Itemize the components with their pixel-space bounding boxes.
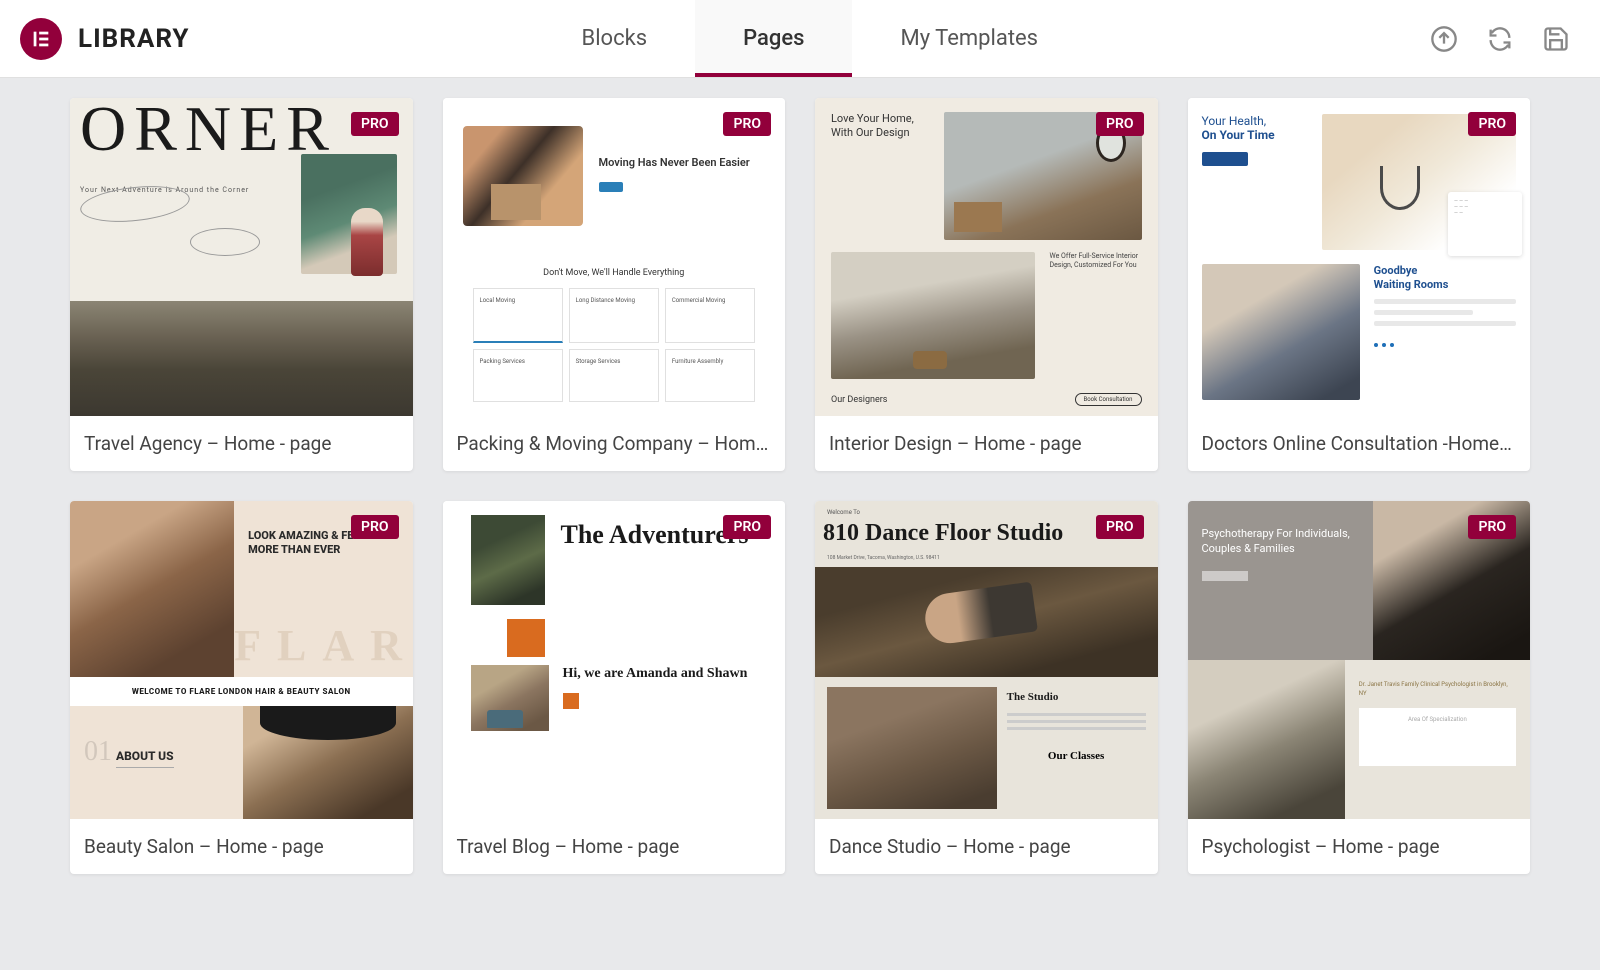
preview-image xyxy=(471,515,545,605)
preview-image xyxy=(70,301,413,416)
template-card[interactable]: PRO Love Your Home, With Our Design We O… xyxy=(815,98,1158,471)
preview-decor xyxy=(190,228,260,256)
template-card[interactable]: PRO Your Health, On Your Time — — —— — —… xyxy=(1188,98,1531,471)
preview-text: Our Designers xyxy=(831,395,887,405)
preview-grid: Local Moving Long Distance Moving Commer… xyxy=(443,288,786,416)
tab-blocks[interactable]: Blocks xyxy=(534,0,696,77)
preview-image xyxy=(70,501,234,677)
preview-image xyxy=(463,126,583,226)
template-title: Travel Blog – Home - page xyxy=(443,819,786,874)
preview-band: WELCOME TO FLARE LONDON HAIR & BEAUTY SA… xyxy=(70,677,413,706)
template-title: Doctors Online Consultation -Home - page xyxy=(1188,416,1531,471)
preview-text: 108 Market Drive, Tacoma, Washington, U.… xyxy=(815,555,1158,567)
preview-image xyxy=(351,208,383,276)
library-header: LIBRARY Blocks Pages My Templates xyxy=(0,0,1600,78)
template-card[interactable]: PRO The Adventurers Hi, we are Amanda an… xyxy=(443,501,786,874)
template-title: Travel Agency – Home - page xyxy=(70,416,413,471)
template-thumbnail: PRO Your Health, On Your Time — — —— — —… xyxy=(1188,98,1531,416)
preview-heading: Our Classes xyxy=(1007,750,1146,762)
elementor-logo-icon xyxy=(20,18,62,60)
header-left: LIBRARY xyxy=(0,18,190,60)
template-title: Dance Studio – Home - page xyxy=(815,819,1158,874)
preview-image xyxy=(827,687,997,809)
template-thumbnail: PRO ORNER Your Next Adventure is Around … xyxy=(70,98,413,416)
preview-decor xyxy=(507,619,545,657)
template-title: Interior Design – Home - page xyxy=(815,416,1158,471)
template-card[interactable]: PRO Welcome To 810 Dance Floor Studio 10… xyxy=(815,501,1158,874)
template-title: Beauty Salon – Home - page xyxy=(70,819,413,874)
preview-decor xyxy=(563,693,579,709)
preview-image xyxy=(1188,660,1345,819)
template-thumbnail: PRO LOOK AMAZING & FEEL FAB MORE THAN EV… xyxy=(70,501,413,819)
preview-decor: FLARE xyxy=(234,620,412,671)
preview-button xyxy=(1202,152,1248,166)
preview-image xyxy=(471,665,549,731)
preview-heading: Waiting Rooms xyxy=(1374,278,1516,292)
template-thumbnail: PRO Welcome To 810 Dance Floor Studio 10… xyxy=(815,501,1158,819)
preview-heading: The Studio xyxy=(1007,691,1146,703)
preview-number: 01 xyxy=(84,736,112,767)
preview-subheading: Don't Move, We'll Handle Everything xyxy=(443,254,786,288)
preview-heading: Your Health, xyxy=(1202,114,1309,128)
pro-badge: PRO xyxy=(351,515,399,539)
template-thumbnail: PRO Love Your Home, With Our Design We O… xyxy=(815,98,1158,416)
library-title: LIBRARY xyxy=(78,24,190,54)
header-actions xyxy=(1430,25,1600,53)
preview-button xyxy=(599,182,623,192)
preview-heading: Goodbye xyxy=(1374,264,1516,278)
pro-badge: PRO xyxy=(1096,112,1144,136)
template-card[interactable]: PRO ORNER Your Next Adventure is Around … xyxy=(70,98,413,471)
preview-text: Dr. Janet Travis Family Clinical Psychol… xyxy=(1359,680,1516,698)
template-thumbnail: PRO Psychotherapy For Individuals, Coupl… xyxy=(1188,501,1531,819)
template-card[interactable]: PRO Psychotherapy For Individuals, Coupl… xyxy=(1188,501,1531,874)
preview-heading: ABOUT US xyxy=(116,749,174,768)
sync-icon[interactable] xyxy=(1486,25,1514,53)
library-tabs: Blocks Pages My Templates xyxy=(534,0,1087,77)
preview-button: Book Consultation xyxy=(1075,393,1142,406)
preview-heading: Psychotherapy For Individuals, Couples &… xyxy=(1202,527,1359,557)
preview-heading: With Our Design xyxy=(831,126,930,140)
preview-heading: On Your Time xyxy=(1202,128,1309,142)
tab-pages[interactable]: Pages xyxy=(695,0,852,77)
template-title: Packing & Moving Company – Home - page xyxy=(443,416,786,471)
tab-my-templates[interactable]: My Templates xyxy=(852,0,1086,77)
template-thumbnail: PRO The Adventurers Hi, we are Amanda an… xyxy=(443,501,786,819)
preview-heading: Love Your Home, xyxy=(831,112,930,126)
pro-badge: PRO xyxy=(1468,112,1516,136)
pro-badge: PRO xyxy=(723,515,771,539)
template-title: Psychologist – Home - page xyxy=(1188,819,1531,874)
preview-image xyxy=(1202,264,1360,400)
preview-image xyxy=(831,252,1035,380)
preview-card: — — —— — —— — xyxy=(1448,192,1522,256)
preview-button xyxy=(1202,571,1248,581)
pro-badge: PRO xyxy=(1096,515,1144,539)
preview-image xyxy=(243,706,412,819)
template-card[interactable]: PRO Moving Has Never Been Easier Don't M… xyxy=(443,98,786,471)
template-thumbnail: PRO Moving Has Never Been Easier Don't M… xyxy=(443,98,786,416)
templates-content: PRO ORNER Your Next Adventure is Around … xyxy=(0,78,1600,894)
pro-badge: PRO xyxy=(351,112,399,136)
save-icon[interactable] xyxy=(1542,25,1570,53)
template-card[interactable]: PRO LOOK AMAZING & FEEL FAB MORE THAN EV… xyxy=(70,501,413,874)
pro-badge: PRO xyxy=(723,112,771,136)
pro-badge: PRO xyxy=(1468,515,1516,539)
preview-subheading: Hi, we are Amanda and Shawn xyxy=(563,665,748,683)
preview-text: We Offer Full-Service Interior Design, C… xyxy=(1049,252,1141,380)
preview-heading: Moving Has Never Been Easier xyxy=(599,156,766,170)
preview-image xyxy=(815,567,1158,677)
preview-text: Area Of Specialization xyxy=(1359,708,1516,766)
templates-grid: PRO ORNER Your Next Adventure is Around … xyxy=(70,98,1530,874)
upload-icon[interactable] xyxy=(1430,25,1458,53)
